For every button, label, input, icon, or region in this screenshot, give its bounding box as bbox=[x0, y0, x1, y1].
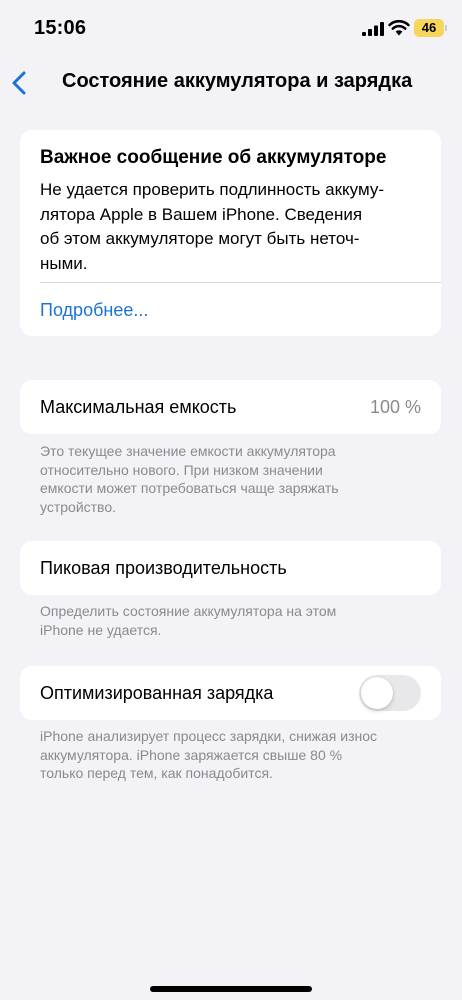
footnote-line: устройство. bbox=[40, 498, 117, 515]
battery-indicator: 46 bbox=[414, 19, 444, 37]
alert-message: Не удается проверить подлинность аккуму-… bbox=[40, 178, 420, 276]
footnote-line: относительно нового. При низком значении bbox=[40, 461, 323, 478]
status-bar: 15:06 46 bbox=[0, 0, 462, 56]
max-capacity-label: Максимальная емкость bbox=[40, 397, 237, 417]
footnote-line: только перед тем, как понадобится. bbox=[40, 765, 273, 781]
cellular-signal-icon bbox=[362, 22, 384, 36]
optimized-charging-toggle[interactable] bbox=[359, 675, 421, 711]
home-indicator[interactable] bbox=[150, 986, 312, 992]
alert-message-line: ными. bbox=[40, 253, 88, 273]
chevron-left-icon[interactable] bbox=[8, 70, 32, 96]
max-capacity-row: Максимальная емкость 100 % bbox=[20, 380, 441, 434]
wifi-icon bbox=[388, 20, 410, 36]
battery-tip bbox=[445, 25, 447, 31]
footnote-line: iPhone не удается. bbox=[40, 621, 162, 638]
max-capacity-value: 100 % bbox=[369, 397, 421, 417]
alert-message-line: Не удается проверить подлинность аккуму- bbox=[40, 180, 384, 199]
footnote-line: Это текущее значение емкости аккумулятор… bbox=[40, 443, 336, 459]
alert-message-line: об этом аккумуляторе могут быть неточ- bbox=[40, 229, 360, 248]
page-title: Состояние аккумулятора и зарядка bbox=[62, 70, 413, 92]
optimized-charging-row: Оптимизированная зарядка bbox=[20, 666, 441, 720]
peak-performance-row: Пиковая производительность bbox=[20, 541, 441, 595]
footnote-line: iPhone анализирует процесс зарядки, сниж… bbox=[40, 728, 378, 744]
divider bbox=[40, 282, 441, 283]
toggle-knob bbox=[361, 677, 393, 709]
optimized-charging-footnote: iPhone анализирует процесс зарядки, сниж… bbox=[40, 727, 430, 783]
alert-title: Важное сообщение об аккумуляторе bbox=[40, 147, 387, 168]
footnote-line: Определить состояние аккумулятора на это… bbox=[40, 603, 337, 619]
learn-more-link[interactable]: Подробнее... bbox=[40, 300, 148, 321]
max-capacity-footnote: Это текущее значение емкости аккумулятор… bbox=[40, 442, 430, 516]
battery-alert-card: Важное сообщение об аккумуляторе Не удае… bbox=[20, 130, 441, 336]
status-time: 15:06 bbox=[34, 17, 87, 39]
footnote-line: емкости может потребоваться чаще заряжат… bbox=[40, 480, 339, 496]
optimized-charging-label: Оптимизированная зарядка bbox=[40, 683, 274, 703]
footnote-line: аккумулятора. iPhone заряжается свыше 80… bbox=[40, 746, 343, 763]
peak-performance-footnote: Определить состояние аккумулятора на это… bbox=[40, 602, 430, 639]
alert-message-line: лятора Apple в Вашем iPhone. Сведения bbox=[40, 204, 363, 224]
peak-performance-label: Пиковая производительность bbox=[40, 558, 287, 578]
